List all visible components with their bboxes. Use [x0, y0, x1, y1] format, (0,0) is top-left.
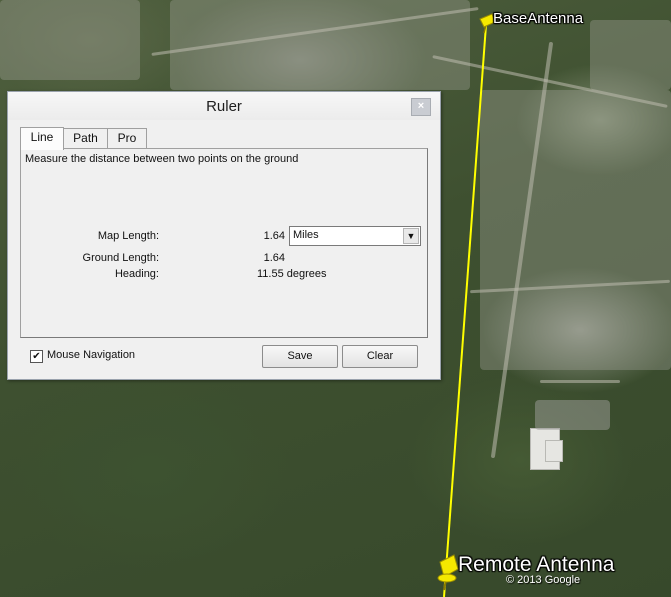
- clear-button[interactable]: Clear: [342, 345, 418, 368]
- dialog-titlebar[interactable]: Ruler ×: [8, 92, 440, 120]
- measure-description: Measure the distance between two points …: [25, 153, 299, 165]
- tab-line[interactable]: Line: [20, 127, 64, 150]
- heading-value: 11.55 degrees: [257, 268, 327, 280]
- copyright-text: © 2013 Google: [506, 574, 581, 586]
- map-length-label: Map Length:: [97, 230, 159, 242]
- remote-pushpin-icon: [437, 554, 459, 591]
- heading-label: Heading:: [114, 268, 159, 280]
- save-button[interactable]: Save: [262, 345, 338, 368]
- map-length-value: 1.64: [263, 230, 285, 242]
- units-selected-value: Miles: [293, 229, 319, 241]
- mouse-navigation-checkbox[interactable]: ✔: [30, 350, 43, 363]
- ruler-line: [443, 24, 487, 597]
- ruler-dialog: Ruler × Line Path Pro Measure the distan…: [7, 91, 441, 380]
- chevron-down-icon[interactable]: ▼: [403, 228, 419, 244]
- line-tab-panel: Measure the distance between two points …: [20, 148, 428, 338]
- tab-path[interactable]: Path: [63, 128, 108, 149]
- tab-pro[interactable]: Pro: [107, 128, 147, 149]
- ground-length-value: 1.64: [263, 252, 285, 264]
- base-antenna-label[interactable]: BaseAntenna: [493, 10, 583, 27]
- units-dropdown[interactable]: Miles ▼: [289, 226, 421, 246]
- close-button[interactable]: ×: [411, 98, 431, 116]
- dialog-title: Ruler: [206, 98, 242, 115]
- mouse-navigation-label[interactable]: Mouse Navigation: [47, 349, 135, 361]
- ground-length-label: Ground Length:: [82, 252, 159, 264]
